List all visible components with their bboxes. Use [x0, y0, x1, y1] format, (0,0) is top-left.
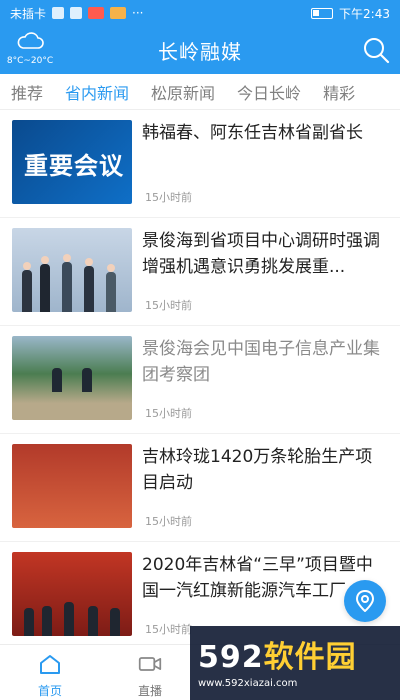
news-time: 15小时前 — [145, 623, 192, 636]
status-right: 下午2:43 — [311, 5, 390, 22]
tab-highlights[interactable]: 精彩 — [312, 80, 366, 104]
news-item[interactable]: 景俊海会见中国电子信息产业集团考察团 15小时前 — [0, 326, 400, 434]
search-icon[interactable] — [362, 36, 390, 64]
more-icon: ··· — [132, 6, 144, 20]
news-time: 15小时前 — [145, 299, 192, 312]
app-notification-icon — [88, 7, 105, 19]
status-left: 未插卡 ··· — [10, 5, 143, 22]
news-list: 重要会议 韩福春、阿东任吉林省副省长 15小时前 景俊海到省项目中心调研时强调 … — [0, 110, 400, 644]
news-content: 景俊海到省项目中心调研时强调 增强机遇意识勇挑发展重... 15小时前 — [142, 228, 388, 315]
home-icon — [40, 655, 60, 674]
nav-live-label: 直播 — [137, 684, 162, 698]
watermark-number: 592 — [198, 640, 264, 675]
location-button[interactable] — [344, 580, 386, 622]
app-title: 长岭融媒 — [158, 39, 242, 64]
nav-home-label: 首页 — [37, 684, 62, 698]
carrier-label: 未插卡 — [10, 6, 47, 21]
news-time: 15小时前 — [145, 191, 192, 204]
tab-province-news[interactable]: 省内新闻 — [54, 80, 140, 104]
status-bar: 未插卡 ··· 下午2:43 — [0, 0, 400, 26]
tab-songyuan-news[interactable]: 松原新闻 — [140, 80, 226, 104]
news-time: 15小时前 — [145, 407, 192, 420]
news-thumbnail — [12, 228, 132, 312]
sim-icon — [52, 7, 65, 19]
watermark-url: www.592xiazai.com — [198, 678, 298, 689]
news-content: 景俊海会见中国电子信息产业集团考察团 15小时前 — [142, 336, 388, 423]
app-frame: 未插卡 ··· 下午2:43 8°C~20°C 长岭融媒 推荐 省内新闻 松原新… — [0, 0, 400, 700]
nav-live[interactable]: 直播 — [100, 645, 200, 700]
news-item[interactable]: 景俊海到省项目中心调研时强调 增强机遇意识勇挑发展重... 15小时前 — [0, 218, 400, 326]
news-headline: 景俊海会见中国电子信息产业集团考察团 — [142, 339, 380, 385]
news-thumbnail: 重要会议 — [12, 120, 132, 204]
news-time: 15小时前 — [145, 515, 192, 528]
app-notification-icon-2 — [110, 7, 127, 19]
location-pin-icon — [355, 590, 375, 612]
tab-recommend[interactable]: 推荐 — [0, 80, 54, 104]
news-item[interactable]: 吉林玲珑1420万条轮胎生产项目启动 15小时前 — [0, 434, 400, 542]
video-camera-icon — [138, 657, 162, 671]
news-item[interactable]: 重要会议 韩福春、阿东任吉林省副省长 15小时前 — [0, 110, 400, 218]
news-headline: 韩福春、阿东任吉林省副省长 — [142, 123, 363, 143]
battery-icon — [311, 7, 334, 19]
cloud-icon — [17, 32, 44, 49]
news-thumbnail — [12, 552, 132, 636]
weather-temp: 8°C~20°C — [6, 56, 54, 66]
watermark-brand: 592软件园 — [198, 632, 392, 676]
weather-widget[interactable]: 8°C~20°C — [6, 32, 54, 66]
news-headline: 吉林玲珑1420万条轮胎生产项目启动 — [142, 447, 373, 493]
watermark-text: 软件园 — [263, 640, 357, 675]
nav-home[interactable]: 首页 — [0, 645, 100, 700]
wifi-icon — [70, 7, 83, 19]
news-thumbnail — [12, 336, 132, 420]
tab-today-changling[interactable]: 今日长岭 — [226, 80, 312, 104]
news-headline: 景俊海到省项目中心调研时强调 增强机遇意识勇挑发展重... — [142, 231, 380, 277]
news-content: 韩福春、阿东任吉林省副省长 15小时前 — [142, 120, 388, 207]
category-tabs: 推荐 省内新闻 松原新闻 今日长岭 精彩 — [0, 74, 400, 110]
news-thumbnail — [12, 444, 132, 528]
clock: 下午2:43 — [339, 6, 390, 21]
thumbnail-caption: 重要会议 — [24, 151, 124, 180]
site-watermark: 592软件园 www.592xiazai.com — [190, 626, 400, 700]
app-header: 8°C~20°C 长岭融媒 — [0, 26, 400, 74]
news-content: 吉林玲珑1420万条轮胎生产项目启动 15小时前 — [142, 444, 388, 531]
